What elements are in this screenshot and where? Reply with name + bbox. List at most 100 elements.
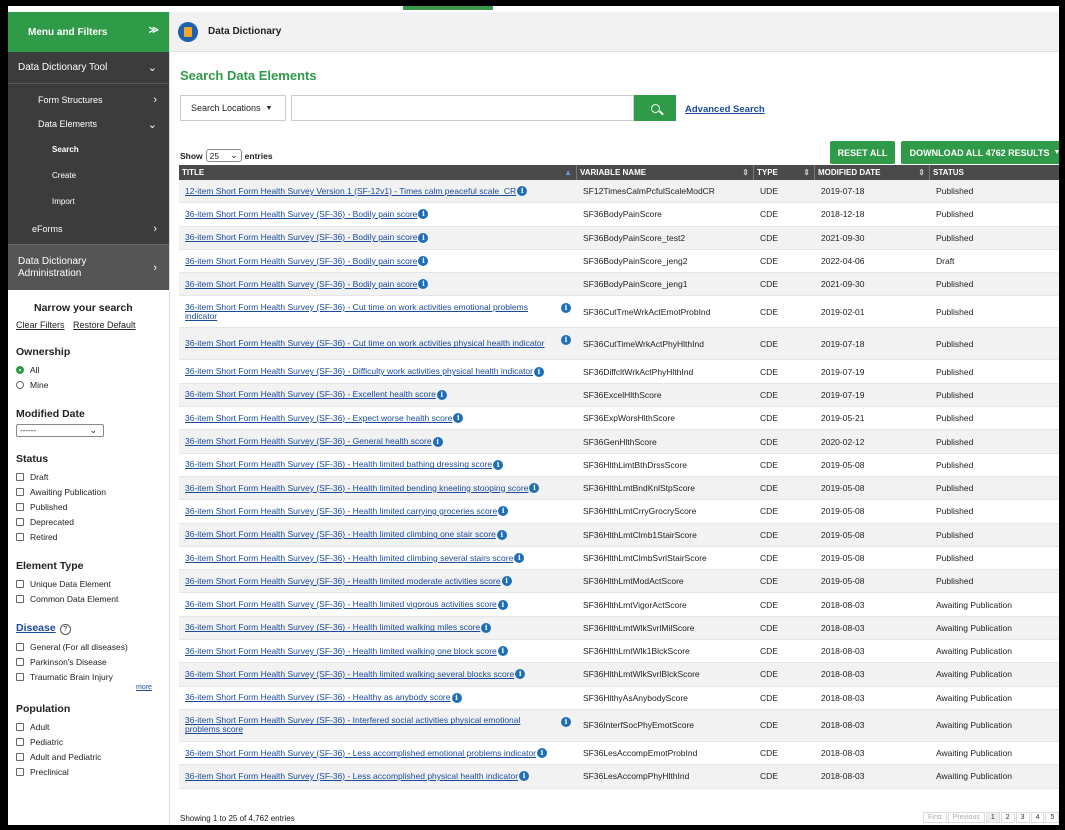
data-element-link[interactable]: 12-item Short Form Health Survey Version…: [185, 186, 516, 196]
search-input[interactable]: [291, 95, 634, 121]
checkbox-icon[interactable]: [16, 532, 24, 541]
checkbox-icon[interactable]: [16, 487, 24, 496]
data-element-link[interactable]: 36-item Short Form Health Survey (SF-36)…: [185, 771, 518, 781]
ownership-option-mine[interactable]: Mine: [16, 377, 169, 392]
data-element-link[interactable]: 36-item Short Form Health Survey (SF-36)…: [185, 413, 452, 423]
sidebar-item-dd-administration[interactable]: Data Dictionary Administration ›: [8, 244, 169, 290]
info-icon[interactable]: i: [561, 335, 571, 346]
column-header-type[interactable]: TYPE ⇕: [754, 165, 815, 180]
data-element-link[interactable]: 36-item Short Form Health Survey (SF-36)…: [185, 506, 497, 516]
population-option-adult[interactable]: Adult: [16, 719, 169, 734]
download-all-button[interactable]: DOWNLOAD ALL 4762 RESULTS ▼: [901, 141, 1059, 164]
sidebar-item-form-structures[interactable]: Form Structures ›: [8, 88, 169, 112]
info-icon[interactable]: i: [432, 436, 443, 447]
checkbox-icon[interactable]: [16, 502, 24, 511]
checkbox-icon[interactable]: [16, 472, 24, 481]
sidebar-item-search[interactable]: Search: [8, 136, 169, 162]
checkbox-icon[interactable]: [16, 722, 24, 731]
search-locations-dropdown[interactable]: Search Locations ▼: [180, 95, 286, 121]
pagination-page[interactable]: 2: [1000, 812, 1015, 823]
checkbox-icon[interactable]: [16, 737, 24, 746]
ownership-option-all[interactable]: All: [16, 362, 169, 377]
data-element-link[interactable]: 36-item Short Form Health Survey (SF-36)…: [185, 233, 417, 242]
data-element-link[interactable]: 36-item Short Form Health Survey (SF-36)…: [185, 483, 528, 493]
disease-option-parkinsons[interactable]: Parkinson's Disease: [16, 654, 169, 669]
info-icon[interactable]: i: [436, 389, 447, 400]
info-icon[interactable]: i: [493, 459, 504, 470]
info-icon[interactable]: i: [537, 748, 547, 759]
entries-per-page-select[interactable]: 25 ⌄: [205, 149, 242, 162]
pagination-previous[interactable]: Previous: [947, 812, 985, 823]
status-option-awaiting[interactable]: Awaiting Publication: [16, 484, 169, 499]
data-element-link[interactable]: 36-item Short Form Health Survey (SF-36)…: [185, 669, 514, 679]
column-header-status[interactable]: STATUS⇕: [930, 165, 1059, 180]
sidebar-item-eforms[interactable]: eForms ›: [8, 214, 169, 244]
data-element-link[interactable]: 36-item Short Form Health Survey (SF-36)…: [185, 367, 533, 376]
column-header-modified-date[interactable]: MODIFIED DATE ⇕: [815, 165, 930, 180]
search-button[interactable]: [634, 95, 676, 121]
pagination-first[interactable]: First: [923, 812, 947, 823]
info-icon[interactable]: i: [497, 646, 508, 657]
sidebar-item-import[interactable]: Import: [8, 188, 169, 214]
info-icon[interactable]: i: [451, 692, 462, 703]
clear-filters-link[interactable]: Clear Filters: [16, 320, 65, 330]
disease-link[interactable]: Disease: [16, 622, 56, 634]
info-icon[interactable]: i: [519, 771, 530, 782]
checkbox-icon[interactable]: [16, 752, 24, 761]
sidebar-item-create[interactable]: Create: [8, 162, 169, 188]
checkbox-icon[interactable]: [16, 517, 24, 526]
info-icon[interactable]: i: [515, 669, 526, 680]
radio-icon[interactable]: [16, 380, 24, 389]
status-option-deprecated[interactable]: Deprecated: [16, 514, 169, 529]
disease-more-link[interactable]: more: [136, 684, 169, 691]
disease-option-general[interactable]: General (For all diseases): [16, 639, 169, 654]
data-element-link[interactable]: 36-item Short Form Health Survey (SF-36)…: [185, 460, 492, 469]
status-option-draft[interactable]: Draft: [16, 469, 169, 484]
column-header-title[interactable]: TITLE ▲: [179, 165, 577, 180]
data-element-link[interactable]: 36-item Short Form Health Survey (SF-36)…: [185, 390, 436, 399]
info-icon[interactable]: i: [501, 576, 512, 587]
checkbox-icon[interactable]: [16, 642, 24, 651]
info-icon[interactable]: i: [529, 483, 540, 494]
info-icon[interactable]: i: [561, 716, 571, 727]
info-icon[interactable]: i: [498, 506, 509, 517]
reset-all-button[interactable]: RESET ALL: [830, 141, 895, 164]
data-element-link[interactable]: 36-item Short Form Health Survey (SF-36)…: [185, 716, 577, 734]
data-element-link[interactable]: 36-item Short Form Health Survey (SF-36)…: [185, 623, 480, 632]
info-icon[interactable]: i: [453, 413, 464, 424]
population-option-adult-pediatric[interactable]: Adult and Pediatric: [16, 749, 169, 764]
element-type-option-ude[interactable]: Unique Data Element: [16, 576, 169, 591]
info-icon[interactable]: i: [481, 622, 492, 633]
pagination-page[interactable]: 4: [1030, 812, 1045, 823]
sidebar-item-data-dictionary-tool[interactable]: Data Dictionary Tool ⌄: [8, 52, 169, 84]
modified-date-select[interactable]: ------ ⌄: [16, 424, 104, 437]
sidebar-item-data-elements[interactable]: Data Elements ⌄: [8, 112, 169, 136]
menu-and-filters-header[interactable]: Menu and Filters ≫: [8, 12, 169, 52]
collapse-menu-icon[interactable]: ≫: [149, 25, 159, 36]
info-icon[interactable]: i: [496, 529, 507, 540]
data-element-link[interactable]: 36-item Short Form Health Survey (SF-36)…: [185, 437, 432, 446]
column-header-variable-name[interactable]: VARIABLE NAME ⇕: [577, 165, 754, 180]
info-icon[interactable]: i: [418, 279, 429, 290]
data-element-link[interactable]: 36-item Short Form Health Survey (SF-36)…: [185, 576, 501, 586]
checkbox-icon[interactable]: [16, 672, 24, 681]
status-option-published[interactable]: Published: [16, 499, 169, 514]
data-element-link[interactable]: 36-item Short Form Health Survey (SF-36)…: [185, 530, 496, 539]
advanced-search-link[interactable]: Advanced Search: [685, 104, 765, 115]
checkbox-icon[interactable]: [16, 657, 24, 666]
info-icon[interactable]: i: [418, 232, 429, 243]
info-icon[interactable]: i: [497, 599, 508, 610]
pagination-page[interactable]: 1: [985, 812, 1000, 823]
data-element-link[interactable]: 36-item Short Form Health Survey (SF-36)…: [185, 209, 417, 219]
data-element-link[interactable]: 36-item Short Form Health Survey (SF-36)…: [185, 553, 513, 563]
data-element-link[interactable]: 36-item Short Form Health Survey (SF-36)…: [185, 302, 577, 321]
restore-default-link[interactable]: Restore Default: [73, 320, 136, 330]
population-option-preclinical[interactable]: Preclinical: [16, 764, 169, 779]
element-type-option-cde[interactable]: Common Data Element: [16, 591, 169, 606]
pagination-page[interactable]: 3: [1015, 812, 1030, 823]
help-icon[interactable]: ?: [59, 624, 71, 635]
data-element-link[interactable]: 36-item Short Form Health Survey (SF-36)…: [185, 646, 497, 656]
info-icon[interactable]: i: [418, 256, 429, 267]
checkbox-icon[interactable]: [16, 594, 24, 603]
info-icon[interactable]: i: [517, 186, 528, 197]
